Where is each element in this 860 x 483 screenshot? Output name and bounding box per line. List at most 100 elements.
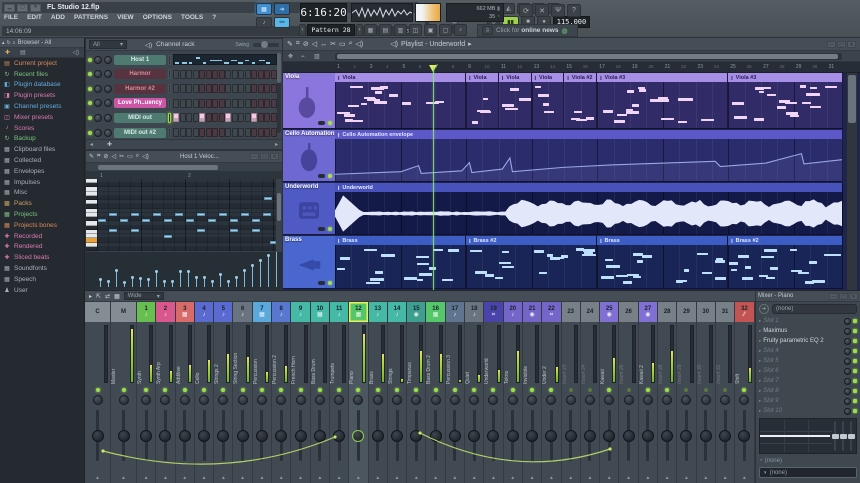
strip-header[interactable]: 4 ♪ [194, 302, 214, 322]
fx-slot-led[interactable] [853, 369, 857, 373]
strip-fader-handle[interactable] [738, 430, 751, 442]
fx-slot-led[interactable] [853, 339, 857, 343]
step-cell[interactable] [257, 128, 264, 137]
velocity-head[interactable] [146, 278, 150, 282]
strip-pan-knob[interactable] [527, 395, 538, 405]
track-lane[interactable]: ❙ Underworld [335, 183, 843, 235]
channel-select-indicator[interactable] [168, 127, 171, 138]
pl-brush-icon[interactable]: ⌗ [296, 40, 300, 48]
strip-dock-arrow[interactable]: ▲ [240, 475, 245, 481]
strip-dock-arrow[interactable]: ▲ [491, 475, 496, 481]
strip-fader-handle[interactable] [506, 430, 519, 442]
channel-button[interactable]: MIDI out #2 [114, 127, 166, 138]
strip-fader-handle[interactable] [545, 430, 558, 442]
step-cell[interactable] [179, 84, 186, 94]
strip-pan-knob[interactable] [430, 395, 441, 405]
eq-fader-handle[interactable] [839, 433, 847, 439]
fx-slot-4[interactable]: ▸ Slot 4 [756, 346, 860, 356]
close-button[interactable]: ✕ [30, 3, 41, 12]
step-cell[interactable] [238, 113, 244, 123]
rack-scroll-left-icon[interactable]: ◂ [90, 141, 93, 148]
step-cell[interactable] [173, 69, 179, 79]
mixer-strip-kawaii[interactable]: 25 ◉ Kawaii ▲ [600, 302, 620, 483]
strip-dock-arrow[interactable]: ▲ [530, 475, 535, 481]
fx-time-row[interactable]: ◔ (none) [756, 456, 860, 466]
strip-dock-arrow[interactable]: ▲ [684, 475, 689, 481]
mixer-strip-strings[interactable]: 14 ♪ Strings ▲ [387, 302, 408, 483]
strip-dock-arrow[interactable]: ▲ [95, 475, 100, 481]
clip-header[interactable]: ❙ Brass #2 [466, 236, 597, 245]
pl-slice-icon[interactable]: ✂ [330, 40, 336, 48]
pattern-next-button[interactable]: › [356, 24, 363, 36]
strip-header[interactable]: 3 ▦ [175, 302, 194, 322]
browser-item-misc[interactable]: ▦ Misc [0, 188, 84, 199]
clip-header[interactable]: ❙ Brass #2 [728, 236, 842, 245]
strip-dock-arrow[interactable]: ▲ [202, 475, 207, 481]
step-cell[interactable] [212, 128, 218, 137]
step-cell[interactable] [251, 113, 257, 123]
strip-enable-led[interactable] [356, 388, 361, 392]
piano-roll-note[interactable] [131, 213, 139, 216]
strip-header[interactable]: 20 ♪ [503, 302, 522, 322]
strip-pan-knob[interactable] [118, 395, 129, 405]
track-mode-switch[interactable] [318, 227, 325, 231]
fx-slot-led[interactable] [853, 379, 857, 383]
strip-pan-knob[interactable] [604, 395, 615, 405]
step-cell[interactable] [270, 69, 277, 79]
channel-select-indicator[interactable] [168, 98, 171, 109]
pl-zoom-icon[interactable]: ⌕ [349, 40, 353, 48]
clip-header[interactable]: ❙ Brass [335, 236, 466, 245]
velocity-stem[interactable] [268, 255, 269, 287]
velocity-head[interactable] [226, 279, 230, 283]
strip-fader-handle[interactable] [603, 430, 616, 442]
track-panel-brass[interactable]: Brass [283, 236, 335, 289]
clip-header[interactable]: ❙ Viola #3 [597, 73, 728, 82]
strip-dock-arrow[interactable]: ▲ [221, 475, 226, 481]
channel-volume-knob[interactable] [104, 99, 112, 108]
playlist-titlebar[interactable]: ✎ ⌗ ⊘ ◁ ↔ ✂ ▭ ⌕ ◁) ◁) Playlist - Underwo… [283, 38, 860, 51]
channel-filter-select[interactable]: All ▾ [89, 40, 127, 49]
pr-minimize-button[interactable]: — [250, 153, 259, 160]
step-cell[interactable] [257, 113, 264, 123]
channel-volume-knob[interactable] [104, 70, 112, 79]
eq-fader-handle[interactable] [831, 433, 839, 439]
fx-slot-led[interactable] [853, 329, 857, 333]
piano-roll-toggle-icon[interactable]: ▤ [379, 24, 392, 36]
step-cell[interactable] [244, 69, 251, 79]
mixer-strip-piano[interactable]: 12 ▦ Piano ▲ [349, 302, 369, 483]
strip-header[interactable]: 2 ♪ [156, 302, 175, 322]
velocity-stem[interactable] [188, 271, 189, 287]
step-cell[interactable] [264, 113, 270, 123]
strip-enable-led[interactable] [452, 388, 457, 392]
browser-item-projects[interactable]: ▦ Projects [0, 209, 84, 220]
step-cell[interactable] [264, 84, 270, 94]
step-cell[interactable] [231, 84, 238, 94]
strip-dock-arrow[interactable]: ▲ [182, 475, 187, 481]
strip-dock-arrow[interactable]: ▲ [337, 475, 342, 481]
strip-enable-led[interactable] [375, 388, 380, 392]
strip-pan-knob[interactable] [199, 395, 210, 405]
strip-header[interactable]: 25 ◉ [600, 302, 619, 322]
mixer-strip-percussion-2[interactable]: 8 ♪ Percussion 2 ▲ [272, 302, 292, 483]
strip-dock-arrow[interactable]: ▲ [356, 475, 361, 481]
piano-roll-note[interactable] [164, 219, 172, 222]
fx-slot-knob[interactable] [844, 337, 851, 345]
browser-file-icon[interactable]: ▤ [20, 49, 26, 56]
channel-volume-knob[interactable] [104, 113, 112, 122]
mixer-strip-insert-29[interactable]: 29 Insert 29 ▲ [677, 302, 697, 483]
strip-enable-led[interactable] [645, 388, 650, 392]
strip-header[interactable]: 8 ♪ [272, 302, 291, 322]
mixer-strip-french-horn[interactable]: 9 ♪ French Horn ▲ [291, 302, 311, 483]
clip-viola[interactable]: ❙ Viola [531, 73, 565, 128]
browser-up-icon[interactable]: ▴ [2, 40, 5, 46]
fx-slot-10[interactable]: ▸ Slot 10 [756, 406, 860, 416]
strip-fader-handle[interactable] [468, 430, 481, 442]
rack-vscrollbar[interactable] [277, 53, 281, 133]
strip-dock-arrow[interactable]: ▲ [510, 475, 515, 481]
step-cell[interactable] [179, 69, 186, 79]
pr-note-grid[interactable] [86, 179, 282, 251]
strip-fader-handle[interactable] [294, 430, 307, 442]
strip-pan-knob[interactable] [372, 395, 383, 405]
step-cell[interactable] [257, 98, 264, 108]
step-cell[interactable] [264, 69, 270, 79]
